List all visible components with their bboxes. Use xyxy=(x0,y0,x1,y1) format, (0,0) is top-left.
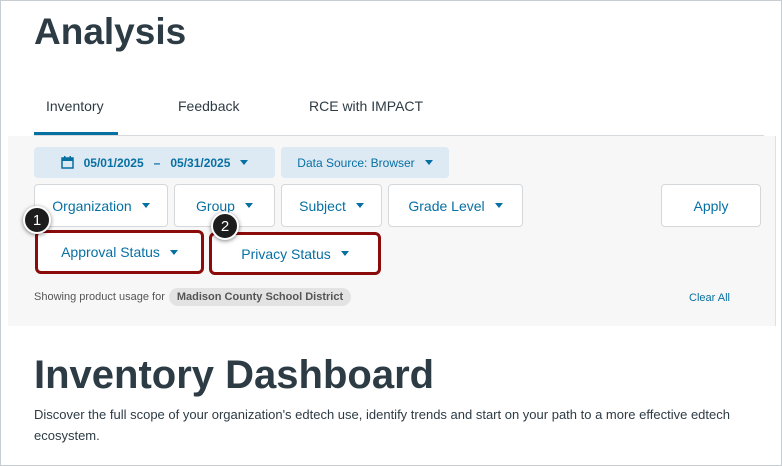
grade-level-label: Grade Level xyxy=(408,197,485,214)
caret-down-icon xyxy=(244,203,253,208)
date-separator: – xyxy=(153,155,161,170)
showing-usage-label: Showing product usage for xyxy=(34,291,165,303)
subject-label: Subject xyxy=(299,197,346,214)
privacy-status-dropdown[interactable]: Privacy Status xyxy=(209,232,381,275)
caret-down-icon xyxy=(355,203,364,208)
district-chip: Madison County School District xyxy=(168,288,352,306)
dashboard-description: Discover the full scope of your organiza… xyxy=(34,407,730,443)
apply-button[interactable]: Apply xyxy=(661,184,761,227)
caret-down-icon xyxy=(340,251,349,256)
data-source-dropdown[interactable]: Data Source: Browser xyxy=(281,147,449,178)
tab-feedback[interactable]: Feedback xyxy=(178,98,239,114)
dashboard-title: Inventory Dashboard xyxy=(34,353,435,397)
callout-badge-2: 2 xyxy=(211,212,239,240)
calendar-icon xyxy=(60,156,74,169)
caret-down-icon xyxy=(169,249,178,255)
page-title: Analysis xyxy=(34,11,187,52)
grade-level-dropdown[interactable]: Grade Level xyxy=(388,184,523,227)
group-label: Group xyxy=(196,197,235,214)
caret-down-icon xyxy=(424,160,433,165)
tab-inventory[interactable]: Inventory xyxy=(46,98,104,114)
date-range-button[interactable]: 05/01/2025 – 05/31/2025 xyxy=(34,147,275,178)
caret-down-icon xyxy=(240,160,249,165)
privacy-status-label: Privacy Status xyxy=(241,245,331,262)
approval-status-label: Approval Status xyxy=(61,244,160,260)
tab-rce-with-impact[interactable]: RCE with IMPACT xyxy=(309,98,423,114)
organization-dropdown[interactable]: Organization xyxy=(34,184,168,227)
date-start: 05/01/2025 xyxy=(83,155,144,170)
caret-down-icon xyxy=(494,203,503,208)
callout-badge-1: 1 xyxy=(23,206,51,234)
showing-usage-row: Showing product usage for Madison County… xyxy=(34,288,352,306)
organization-label: Organization xyxy=(52,197,132,214)
date-end: 05/31/2025 xyxy=(170,155,231,170)
approval-status-dropdown[interactable]: Approval Status xyxy=(35,230,204,274)
data-source-label: Data Source: Browser xyxy=(297,155,415,170)
subject-dropdown[interactable]: Subject xyxy=(281,184,382,227)
caret-down-icon xyxy=(141,203,150,208)
clear-all-link[interactable]: Clear All xyxy=(689,292,730,304)
